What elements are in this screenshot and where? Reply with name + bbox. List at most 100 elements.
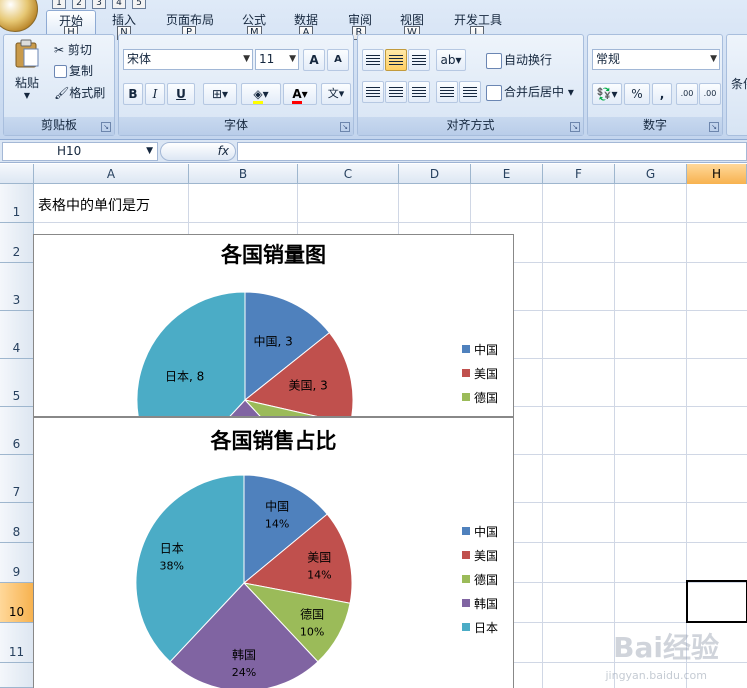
data-label-pct-2: 10%	[300, 625, 324, 638]
col-header-a[interactable]: A	[34, 164, 189, 184]
group-styles: 条件	[726, 34, 747, 136]
fill-color-button[interactable]: ◈▾	[241, 83, 281, 105]
merge-icon	[486, 84, 502, 101]
percent-button[interactable]: %	[624, 83, 650, 105]
watermark-logo: Bai经验	[613, 631, 719, 664]
pie-slice-4[interactable]	[136, 291, 246, 417]
row-header-9[interactable]: 9	[0, 543, 34, 583]
ribbon: 12345 开始 H 插入 N 页面布局 P 公式 M 数据 A 审阅 R 视图…	[0, 0, 747, 140]
name-box-value: H10	[57, 144, 82, 158]
bold-icon: B	[128, 87, 138, 101]
align-top-button[interactable]	[362, 49, 384, 71]
row-header-7[interactable]: 7	[0, 455, 34, 503]
orientation-button[interactable]: ab▾	[436, 49, 466, 71]
row-header-6[interactable]: 6	[0, 407, 34, 455]
font-name-combo[interactable]: 宋体 ▼	[123, 49, 253, 70]
shrink-font-button[interactable]: A	[327, 49, 349, 71]
comma-button[interactable]: ,	[652, 83, 672, 105]
bold-button[interactable]: B	[123, 83, 143, 105]
chart-title: 各国销售占比	[210, 428, 337, 453]
paste-label: 粘贴	[14, 76, 39, 90]
increase-decimal-icon: .00	[680, 89, 694, 98]
align-bottom-button[interactable]	[408, 49, 430, 71]
row-header-4[interactable]: 4	[0, 311, 34, 359]
col-header-h[interactable]: H	[687, 164, 747, 184]
row-header-2[interactable]: 2	[0, 223, 34, 263]
row-header-8[interactable]: 8	[0, 503, 34, 543]
align-right-icon	[412, 87, 426, 97]
align-bottom-icon	[412, 55, 426, 65]
decrease-indent-button[interactable]	[436, 81, 458, 103]
formula-input[interactable]	[237, 142, 747, 161]
keytip-2: 2	[72, 0, 86, 9]
name-box[interactable]: H10 ▼	[2, 142, 158, 161]
row-header-12[interactable]	[0, 663, 34, 688]
col-header-d[interactable]: D	[399, 164, 471, 184]
font-color-button[interactable]: A▾	[283, 83, 317, 105]
chart-sales-volume[interactable]: 中国, 3 美国, 3 日本, 8 中国 美国 德国 各国销量图	[33, 234, 514, 417]
wrap-text-button[interactable]: 自动换行	[486, 51, 552, 69]
italic-button[interactable]: I	[145, 83, 165, 105]
col-header-g[interactable]: G	[615, 164, 687, 184]
pie-chart-svg: 中国14%美国14%德国10%韩国24%日本38%中国美国德国韩国日本	[135, 474, 498, 688]
row-header-10[interactable]: 10	[0, 583, 34, 623]
number-launcher-icon[interactable]: ↘	[709, 122, 719, 132]
select-all-corner[interactable]	[0, 164, 34, 184]
data-label-1: 美国, 3	[289, 379, 328, 393]
keytip-1: 1	[52, 0, 66, 9]
conditional-format-button[interactable]: 条件	[731, 75, 747, 93]
font-launcher-icon[interactable]: ↘	[340, 122, 350, 132]
align-middle-button[interactable]	[385, 49, 407, 71]
insert-function-button[interactable]: fx	[160, 142, 236, 161]
font-size-combo[interactable]: 11 ▼	[255, 49, 299, 70]
format-painter-button[interactable]: 🖌格式刷	[54, 84, 105, 102]
quick-access-keytips: 12345	[52, 0, 152, 10]
decrease-decimal-button[interactable]: .00	[699, 83, 721, 105]
currency-button[interactable]: 💱▾	[592, 83, 622, 105]
legend-label-3: 韩国	[474, 596, 498, 611]
legend-swatch-3	[462, 599, 470, 607]
clipboard-launcher-icon[interactable]: ↘	[101, 122, 111, 132]
data-label-0: 中国, 3	[253, 334, 292, 349]
chart-sales-share[interactable]: 中国 14% 美国 14% 德国 10% 韩国 24% 日本 38% 中国 美国 德国 韩国 日本 各国销售…	[33, 417, 514, 688]
chevron-down-icon: ▼	[146, 146, 153, 156]
currency-icon: 💱	[596, 87, 612, 101]
increase-indent-icon	[463, 87, 477, 97]
row-header-5[interactable]: 5	[0, 359, 34, 407]
increase-decimal-button[interactable]: .00	[676, 83, 698, 105]
wrap-text-label: 自动换行	[504, 53, 553, 67]
col-header-e[interactable]: E	[471, 164, 543, 184]
legend-label-4: 日本	[474, 621, 498, 635]
col-header-f[interactable]: F	[543, 164, 615, 184]
increase-indent-button[interactable]	[459, 81, 481, 103]
paste-button[interactable]: 粘贴 ▼	[10, 39, 44, 100]
italic-icon: I	[152, 87, 158, 101]
grow-font-icon: A	[309, 53, 319, 67]
merge-center-button[interactable]: 合并后居中 ▾	[486, 83, 574, 101]
active-cell-h10[interactable]	[686, 580, 747, 623]
phonetic-button[interactable]: 文▾	[321, 83, 351, 105]
underline-button[interactable]: U	[167, 83, 195, 105]
cell-a1[interactable]: 表格中的单们是万	[38, 195, 150, 215]
row-header-3[interactable]: 3	[0, 263, 34, 311]
col-header-b[interactable]: B	[189, 164, 298, 184]
borders-button[interactable]: ⊞▾	[203, 83, 237, 105]
align-center-button[interactable]	[385, 81, 407, 103]
align-right-button[interactable]	[408, 81, 430, 103]
copy-button[interactable]: 复制	[54, 62, 93, 80]
chart-title: 各国销量图	[221, 242, 326, 267]
cut-button[interactable]: ✂ 剪切	[54, 41, 92, 59]
data-label-pct-3: 24%	[232, 666, 256, 679]
grow-font-button[interactable]: A	[303, 49, 325, 71]
legend-swatch-1	[462, 369, 470, 377]
legend-label-2: 德国	[474, 572, 498, 587]
alignment-launcher-icon[interactable]: ↘	[570, 122, 580, 132]
office-button[interactable]	[0, 0, 38, 32]
data-label-4: 日本, 8	[165, 369, 204, 383]
col-header-c[interactable]: C	[298, 164, 399, 184]
row-header-11[interactable]: 11	[0, 623, 34, 663]
row-header-1[interactable]: 1	[0, 184, 34, 223]
align-left-button[interactable]	[362, 81, 384, 103]
number-format-combo[interactable]: 常规 ▼	[592, 49, 720, 70]
legend-label-0: 中国	[474, 524, 498, 539]
